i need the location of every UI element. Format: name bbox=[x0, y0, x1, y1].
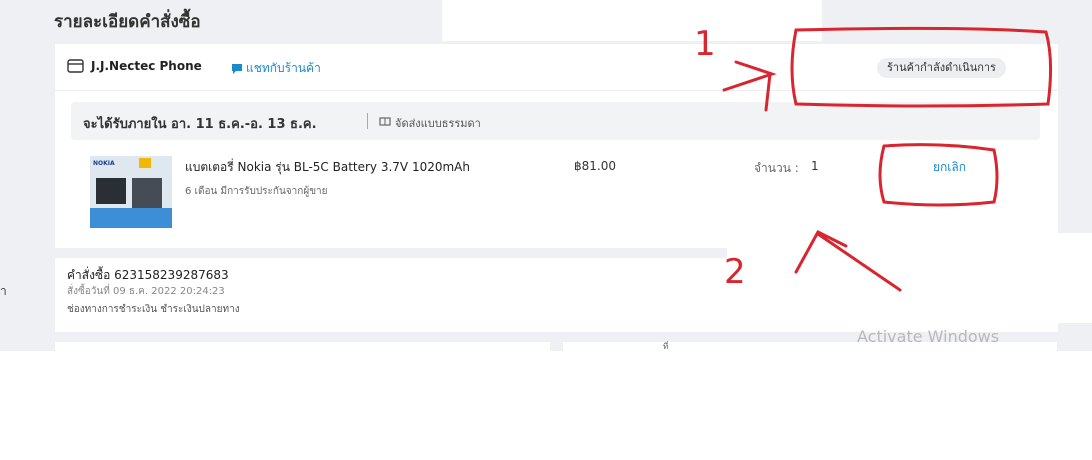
overlay-patch bbox=[442, 0, 822, 41]
annotation-label-2: 2 bbox=[724, 252, 746, 292]
order-status-badge: ร้านค้ากำลังดำเนินการ bbox=[877, 58, 1006, 78]
product-image-part bbox=[96, 178, 126, 204]
windows-activation-watermark: Activate Windows bbox=[857, 327, 1000, 346]
chat-link-label: แชทกับร้านค้า bbox=[246, 61, 321, 75]
payment-card-text: ที่ bbox=[663, 342, 669, 351]
delivery-info-bar: จะได้รับภายใน อา. 11 ธ.ค.-อ. 13 ธ.ค. จัด… bbox=[71, 102, 1040, 140]
quantity-value: 1 bbox=[811, 159, 819, 173]
overlay-patch bbox=[727, 233, 1092, 323]
shipping-method: จัดส่งแบบธรรมดา bbox=[395, 117, 481, 130]
product-name[interactable]: แบตเตอรี่ Nokia รุ่น BL-5C Battery 3.7V … bbox=[185, 158, 470, 177]
product-warranty: 6 เดือน มีการรับประกันจากผู้ขาย bbox=[185, 186, 328, 197]
address-card bbox=[55, 342, 550, 351]
shop-icon bbox=[67, 59, 84, 73]
product-image-part bbox=[90, 208, 172, 228]
annotation-label-1: 1 bbox=[694, 24, 716, 64]
shop-header: J.J.Nectec Phone แชทกับร้านค้า ร้านค้ากำ… bbox=[55, 44, 1058, 91]
product-image-part bbox=[139, 158, 151, 168]
quantity-label: จำนวน : bbox=[754, 161, 799, 175]
order-number: คำสั่งซื้อ 623158239287683 bbox=[67, 268, 229, 282]
product-image-part bbox=[132, 178, 162, 208]
shop-name[interactable]: J.J.Nectec Phone bbox=[91, 59, 202, 73]
cancel-order-button[interactable]: ยกเลิก bbox=[933, 158, 966, 177]
sidebar-cut-text: ำ bbox=[0, 284, 7, 298]
chat-icon bbox=[232, 63, 242, 74]
chat-with-shop-link[interactable]: แชทกับร้านค้า bbox=[231, 59, 321, 78]
shipping-icon bbox=[379, 117, 391, 126]
page-title: รายละเอียดคำสั่งซื้อ bbox=[54, 12, 201, 32]
product-price: ฿81.00 bbox=[574, 159, 616, 173]
order-date: สั่งซื้อวันที่ 09 ธ.ค. 2022 20:24:23 bbox=[67, 286, 225, 297]
divider bbox=[367, 113, 368, 129]
delivery-estimate: จะได้รับภายใน อา. 11 ธ.ค.-อ. 13 ธ.ค. bbox=[83, 117, 317, 132]
product-image[interactable]: NOKIA bbox=[90, 156, 172, 228]
payment-method: ช่องทางการชำระเงิน ชำระเงินปลายทาง bbox=[67, 304, 240, 312]
order-card: J.J.Nectec Phone แชทกับร้านค้า ร้านค้ากำ… bbox=[55, 44, 1058, 248]
product-image-logo: NOKIA bbox=[93, 160, 115, 167]
